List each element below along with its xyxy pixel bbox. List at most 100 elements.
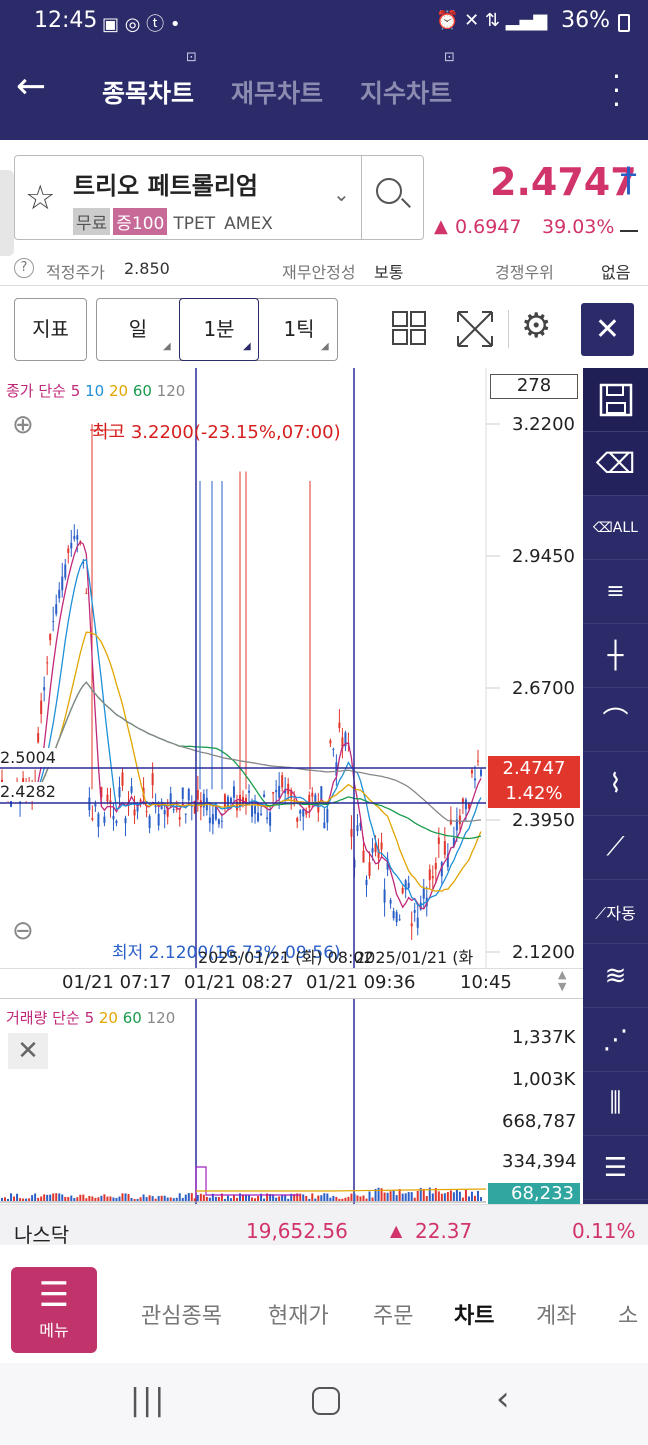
index-up-icon: ▲ (390, 1221, 403, 1240)
price-chart[interactable]: 종가 단순 5 10 20 60 120 278 ⊕ ⊖ 최고 3.2200(-… (0, 368, 583, 968)
menu-button[interactable]: ☰ 메뉴 (11, 1267, 97, 1353)
crosshair-date-1: 2025/01/21 (화) 08:02 (198, 948, 374, 967)
tab-badge-icon: ⊡ (186, 50, 197, 65)
price-change: 0.6947 (455, 216, 522, 238)
search-icon (376, 178, 402, 204)
eraser-all-icon[interactable]: ⌫ALL (583, 496, 648, 560)
volume-ma-legend: 거래량 단순 5 20 60 120 (6, 1009, 176, 1027)
nav-more[interactable]: 소 (618, 1298, 638, 1330)
tag-free: 무료 (73, 208, 111, 235)
eraser-icon[interactable]: ⌫ (583, 432, 648, 496)
system-nav-bar: ||| ‹ (0, 1363, 648, 1445)
x-label: 01/21 09:36 (306, 972, 416, 993)
nav-current-price[interactable]: 현재가 (268, 1298, 329, 1330)
price-ma-legend: 종가 단순 5 10 20 60 120 (6, 382, 186, 400)
y-label: 2.1200 (512, 942, 575, 963)
current-price: 2.4747 (490, 160, 637, 204)
info-row: ? 적정주가 2.850 재무안정성 보통 경쟁우위 없음 (0, 252, 648, 286)
crosshair-date-2: 2025/01/21 (화 (355, 948, 474, 967)
index-name: 나스닥 (14, 1223, 70, 1247)
more-menu-icon[interactable]: · · · (612, 63, 621, 119)
nav-watchlist[interactable]: 관심종목 (141, 1298, 222, 1330)
nav-chart[interactable]: 차트 (454, 1298, 494, 1330)
index-change: 22.37 (415, 1219, 473, 1243)
candle-count: 278 (490, 374, 578, 399)
y-label: 3.2200 (512, 414, 575, 435)
close-icon[interactable]: ✕ (8, 1033, 48, 1069)
parallel-vertical-icon[interactable]: ⫼ (583, 1072, 648, 1136)
x-label: 01/21 08:27 (184, 972, 294, 993)
help-icon[interactable]: ? (14, 258, 34, 278)
volume-y-label: 334,394 (502, 1151, 577, 1172)
zoom-out-icon[interactable]: ⊖ (12, 916, 34, 946)
status-bar: 12:45 ▣ ◎ ⓣ • ⏰ ✕ ⇅ ▂▄▆ 36% (0, 0, 648, 44)
tab-financial-chart[interactable]: 재무차트 (231, 74, 323, 110)
hamburger-icon: ☰ (38, 1275, 70, 1315)
drawing-toolbar: ⌫ ⌫ALL ≡ ┼ ⌒ ⌇ ⟋ ⟋자동 ≋ ⋰ ⫼ ☰ (583, 368, 648, 1204)
current-price-marker: 2.4747 1.42% (488, 756, 580, 808)
index-pct: 0.11% (572, 1219, 636, 1243)
fibonacci-arc-icon[interactable]: ≋ (583, 944, 648, 1008)
horizontal-line-icon[interactable]: ⌒ (583, 688, 648, 752)
tab-badge-icon: ⊡ (444, 50, 455, 65)
grid-layout-icon[interactable] (391, 310, 427, 346)
vertical-line-icon[interactable]: ⌇ (583, 752, 648, 816)
y-label: 2.3950 (512, 810, 575, 831)
nav-order[interactable]: 주문 (373, 1298, 413, 1330)
recent-apps-icon[interactable]: ||| (130, 1383, 166, 1418)
zoom-in-icon[interactable]: ⊕ (12, 410, 34, 440)
tab-stock-chart[interactable]: 종목차트 (102, 74, 194, 110)
trend-line-icon[interactable]: ⟋ (583, 816, 648, 880)
notification-icons: ▣ ◎ ⓣ • (102, 14, 181, 35)
stock-search-box[interactable]: ☆ 트리오 페트롤리엄 ⌄ 무료 증100 TPET AMEX (14, 155, 424, 240)
system-icons: ⏰ ✕ ⇅ ▂▄▆ (436, 10, 548, 31)
hline-label-2: 2.4282 (0, 782, 56, 801)
nav-account[interactable]: 계좌 (536, 1298, 576, 1330)
tag-exchange: AMEX (224, 214, 273, 234)
up-arrow-icon: † (620, 160, 637, 200)
current-volume-marker: 68,233 (488, 1183, 580, 1205)
save-icon[interactable] (583, 368, 648, 432)
back-arrow-icon[interactable]: ← (16, 66, 46, 107)
chevron-down-icon[interactable]: ⌄ (333, 182, 350, 206)
competitive-advantage-value: 없음 (601, 263, 631, 282)
tag-ticker: TPET (173, 214, 216, 234)
price-change-pct: 39.03% (542, 216, 615, 238)
star-icon[interactable]: ☆ (25, 178, 55, 218)
search-button[interactable] (361, 156, 424, 239)
volume-y-label: 1,003K (512, 1069, 576, 1090)
financial-stability-value: 보통 (374, 263, 404, 282)
drawing-tools-icon[interactable]: ✕ (581, 303, 634, 356)
axis-scroll-icon[interactable]: ▲ ▼ (558, 969, 566, 993)
status-time: 12:45 (34, 8, 98, 33)
x-label: 10:45 (460, 972, 512, 993)
volume-chart[interactable]: 거래량 단순 5 20 60 120 ✕ 1,337K 1,003K 668,7… (0, 998, 583, 1205)
fair-price-value: 2.850 (124, 259, 170, 278)
indicator-button[interactable]: 지표 (14, 298, 87, 361)
stock-tags: 무료 증100 TPET AMEX (73, 208, 279, 235)
dash-icon (620, 230, 638, 232)
back-icon[interactable]: ‹ (496, 1379, 510, 1419)
competitive-advantage-label: 경쟁우위 (495, 263, 554, 282)
change-up-icon: ▲ (434, 216, 448, 237)
period-selector: 일 ◢ 1분 ◢ 1틱 ◢ (96, 298, 338, 361)
x-axis: 01/21 07:17 01/21 08:27 01/21 09:36 10:4… (0, 968, 583, 998)
parallel-horizontal-icon[interactable]: ☰ (583, 1136, 648, 1200)
auto-trend-icon[interactable]: ⟋자동 (583, 880, 648, 944)
fair-price-label: 적정주가 (46, 263, 105, 282)
cross-line-icon[interactable]: ┼ (583, 624, 648, 688)
fan-line-icon[interactable]: ⋰ (583, 1008, 648, 1072)
drawer-handle[interactable] (0, 170, 14, 256)
x-label: 01/21 07:17 (62, 972, 172, 993)
stock-name: 트리오 페트롤리엄 (73, 172, 258, 200)
financial-stability-label: 재무안정성 (282, 263, 356, 282)
fullscreen-icon[interactable] (456, 310, 494, 348)
volume-y-label: 668,787 (502, 1111, 577, 1132)
home-icon[interactable] (312, 1387, 340, 1415)
battery-icon (618, 14, 630, 32)
hline-label-1: 2.5004 (0, 748, 56, 767)
hcl-lines-icon[interactable]: ≡ (583, 560, 648, 624)
gear-icon[interactable]: ⚙ (521, 306, 551, 346)
tab-index-chart[interactable]: 지수차트 (360, 74, 452, 110)
y-label: 2.6700 (512, 678, 575, 699)
